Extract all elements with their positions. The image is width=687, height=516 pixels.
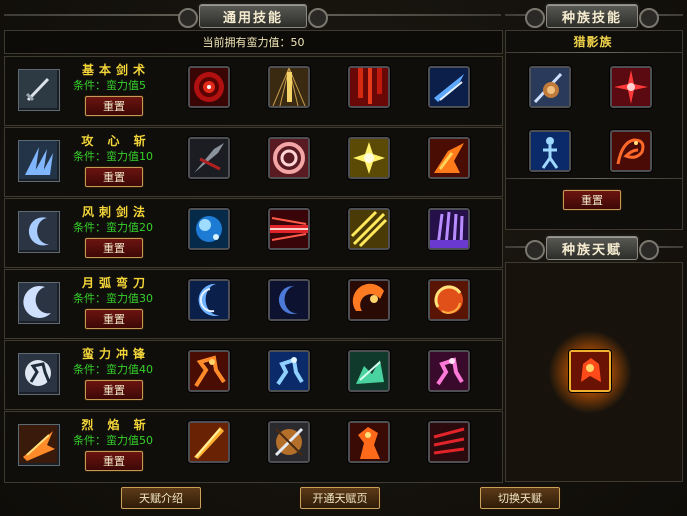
skill-row-moon-blade: 月弧弯刀 条件：蛮力值30 重置 [4, 269, 503, 339]
skill-row-basic-sword: 基本剑术 条件：蛮力值5 重置 [4, 56, 503, 126]
moon-arc-icon [18, 282, 60, 324]
flame-swirl-icon[interactable] [428, 279, 470, 321]
fire-strike-icon[interactable] [428, 137, 470, 179]
skill-row-flame-slash: 烈 焰 斩 条件：蛮力值50 重置 [4, 411, 503, 483]
purple-rush-icon[interactable] [428, 350, 470, 392]
divider [505, 178, 683, 179]
dark-spike-icon[interactable] [188, 137, 230, 179]
skill-row-heart-slash: 攻 心 斩 条件：蛮力值10 重置 [4, 127, 503, 197]
skill-row-brute-charge: 蛮力冲锋 条件：蛮力值40 重置 [4, 340, 503, 410]
claw-slash-icon [18, 140, 60, 182]
skill-row-condition: 条件：蛮力值20 [73, 221, 153, 234]
skill-row-condition: 条件：蛮力值5 [73, 79, 146, 92]
yellow-burst-icon[interactable] [348, 137, 390, 179]
fire-arc-icon[interactable] [348, 279, 390, 321]
flame-sigil-icon[interactable] [569, 350, 611, 392]
crossed-sword-icon[interactable] [268, 421, 310, 463]
switch-talent-button[interactable]: 切换天赋 [480, 487, 560, 509]
skill-row-name: 风刺剑法 [81, 205, 150, 219]
skill-row-condition: 条件：蛮力值10 [73, 150, 153, 163]
red-beam-icon[interactable] [268, 208, 310, 250]
blue-slash-icon[interactable] [428, 66, 470, 108]
skill-row-condition: 条件：蛮力值50 [73, 434, 153, 447]
skill-row-name: 烈 焰 斩 [81, 418, 151, 432]
pink-spiral-icon[interactable] [268, 137, 310, 179]
talent-intro-button[interactable]: 天赋介绍 [121, 487, 201, 509]
flame-warrior-icon[interactable] [348, 421, 390, 463]
red-star-icon[interactable] [610, 66, 652, 108]
charge-icon [18, 353, 60, 395]
blue-crescent-icon[interactable] [188, 279, 230, 321]
race-name: 猎影族 [573, 34, 613, 49]
green-beast-icon[interactable] [348, 350, 390, 392]
reset-button[interactable]: 重置 [85, 380, 143, 400]
skill-row-wind-sword: 风刺剑法 条件：蛮力值20 重置 [4, 198, 503, 268]
blue-figure-icon[interactable] [529, 130, 571, 172]
divider [505, 52, 683, 53]
hunter-fist-icon[interactable] [529, 66, 571, 108]
blue-runner-icon[interactable] [268, 350, 310, 392]
yellow-ray-icon[interactable] [348, 208, 390, 250]
wind-crescent-icon [18, 211, 60, 253]
current-value-label: 当前拥有蛮力值：50 [4, 30, 503, 54]
skill-row-name: 蛮力冲锋 [81, 347, 150, 361]
skill-row-name: 月弧弯刀 [81, 276, 150, 290]
reset-button[interactable]: 重置 [85, 96, 143, 116]
skill-row-name: 基本剑术 [81, 63, 150, 77]
race-reset-button[interactable]: 重置 [563, 190, 621, 210]
open-talent-page-button[interactable]: 开通天赋页 [300, 487, 380, 509]
tab-race-talent[interactable]: 种族天赋 [525, 236, 659, 260]
skill-row-condition: 条件：蛮力值40 [73, 363, 153, 376]
tab-race-skills[interactable]: 种族技能 [525, 4, 659, 28]
fire-warrior-icon[interactable] [188, 350, 230, 392]
sword-icon [18, 69, 60, 111]
reset-button[interactable]: 重置 [85, 451, 143, 471]
tab-general-skills[interactable]: 通用技能 [178, 4, 328, 28]
blood-claw-icon[interactable] [428, 421, 470, 463]
skill-row-name: 攻 心 斩 [81, 134, 151, 148]
golden-blade-icon[interactable] [268, 66, 310, 108]
red-target-icon[interactable] [188, 66, 230, 108]
flame-slash-icon [18, 424, 60, 466]
purple-rays-icon[interactable] [428, 208, 470, 250]
water-orb-icon[interactable] [188, 208, 230, 250]
reset-button[interactable]: 重置 [85, 238, 143, 258]
fire-blade-icon[interactable] [188, 421, 230, 463]
red-dragon-icon[interactable] [610, 130, 652, 172]
blood-drip-icon[interactable] [348, 66, 390, 108]
reset-button[interactable]: 重置 [85, 167, 143, 187]
dark-moon-icon[interactable] [268, 279, 310, 321]
talent-window: 通用技能 种族技能 当前拥有蛮力值：50 基本剑术 条件：蛮力值5 重置 攻 心… [0, 0, 687, 516]
reset-button[interactable]: 重置 [85, 309, 143, 329]
skill-row-condition: 条件：蛮力值30 [73, 292, 153, 305]
